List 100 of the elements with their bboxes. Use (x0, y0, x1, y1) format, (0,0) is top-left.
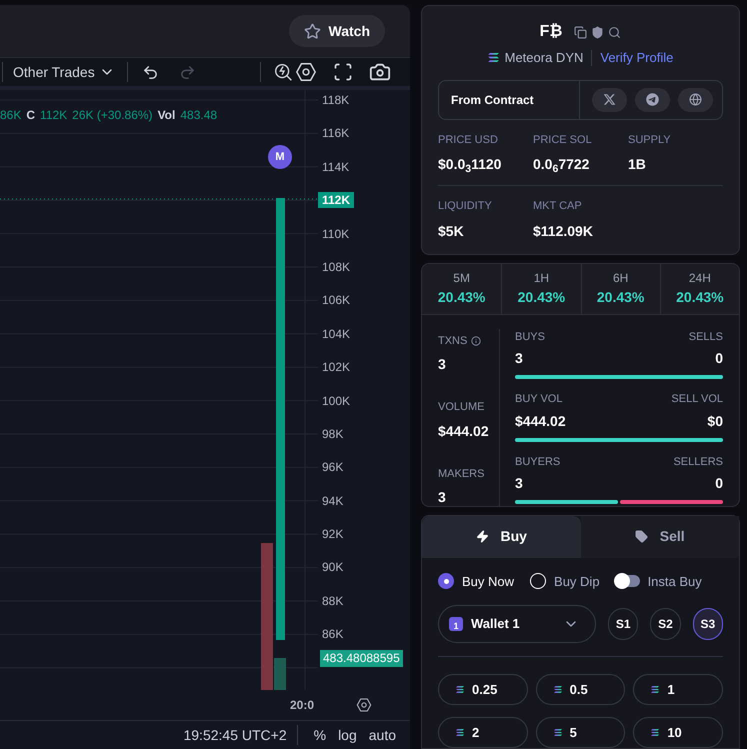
legend-text: 112K (40, 107, 68, 124)
split-label: BUYERS (515, 454, 560, 470)
solana-icon (488, 53, 499, 62)
website-button[interactable] (678, 88, 713, 112)
contract-label: From Contract (450, 92, 535, 108)
price-label: 116K (321, 125, 350, 142)
insta-buy-toggle[interactable]: Insta Buy (616, 572, 702, 591)
period-tab[interactable]: 24H 20.43% (660, 264, 739, 314)
lightning-icon (476, 530, 489, 543)
split-label: BUY VOL (515, 392, 562, 407)
amount-button[interactable]: 2 (438, 717, 528, 748)
legend-text: 483.48 (180, 107, 218, 124)
period-tab[interactable]: 6H 20.43% (580, 264, 660, 314)
split-value: 0 (715, 474, 723, 493)
trade-tab[interactable]: Sell (580, 516, 739, 558)
camera-icon[interactable] (368, 61, 391, 83)
time-label: 20:0 (290, 697, 316, 714)
amount-button[interactable]: 1 (633, 674, 723, 705)
preset-button[interactable]: S3 (692, 608, 723, 640)
token-logo: F₿ (540, 22, 562, 42)
axis-settings-icon[interactable] (356, 697, 372, 713)
stat-value: $112.09K (533, 222, 594, 240)
period-tab[interactable]: 1H 20.43% (501, 264, 580, 314)
price-label: 118K (321, 92, 350, 108)
x-logo-icon (603, 93, 616, 106)
scale-option[interactable]: % (314, 724, 326, 746)
wallet-select[interactable]: 1 Wallet 1 (438, 605, 596, 643)
price-label: 108K (321, 258, 352, 275)
solana-icon (554, 729, 562, 736)
price-label: 114K (321, 158, 350, 175)
watch-button[interactable]: Watch (288, 15, 385, 47)
trade-tab[interactable]: Buy (422, 516, 580, 558)
mode-radio[interactable]: Buy Dip (530, 572, 600, 591)
price-label: 92K (321, 526, 344, 542)
price-label: 88K (321, 592, 344, 609)
split-label: BUYS (515, 330, 545, 344)
preset-button[interactable]: S2 (650, 608, 681, 640)
amount-button[interactable]: 0.5 (536, 674, 626, 705)
amount-button[interactable]: 5 (536, 717, 626, 748)
split-value: $444.02 (515, 412, 566, 430)
summary-value: 3 (438, 488, 447, 506)
summary-label: TXNS (438, 334, 468, 348)
summary-value: $444.02 (438, 422, 490, 440)
search-icon[interactable] (608, 26, 622, 38)
telegram-button[interactable] (635, 88, 670, 112)
split-label: SELLS (688, 330, 723, 344)
price-label: 100K (321, 392, 352, 409)
solana-icon (651, 729, 660, 736)
price-label: 112K (318, 192, 354, 208)
star-icon (304, 22, 321, 40)
stat-label: PRICE SOL (533, 132, 593, 148)
paper-plane-icon (646, 93, 659, 106)
x-social-button[interactable] (592, 88, 627, 112)
stat-label: PRICE USD (438, 132, 499, 148)
summary-value: 3 (438, 355, 447, 374)
stat-label: MKT CAP (533, 199, 583, 214)
solana-icon (554, 686, 562, 693)
scale-option[interactable]: log (338, 724, 357, 746)
legend-text: C (26, 107, 36, 124)
preset-button[interactable]: S1 (608, 608, 638, 640)
split-value: 0 (715, 349, 723, 368)
globe-icon (689, 93, 702, 106)
price-label: 102K (321, 359, 352, 376)
split-value: $0 (707, 412, 723, 430)
shield-icon[interactable] (591, 26, 604, 38)
solana-icon (651, 686, 660, 693)
price-label: 94K (321, 492, 344, 509)
zoom-icon[interactable] (272, 61, 295, 83)
scale-option[interactable]: auto (368, 724, 396, 746)
amount-button[interactable]: 10 (633, 717, 723, 748)
amount-button[interactable]: 0.25 (438, 674, 528, 705)
solana-icon (456, 686, 464, 693)
split-label: SELL VOL (671, 392, 723, 407)
fullscreen-icon[interactable] (332, 62, 353, 82)
timezone-label[interactable]: 19:52:45 UTC+2 (183, 724, 287, 746)
trades-dropdown[interactable]: Other Trades (13, 62, 115, 82)
settings-icon[interactable] (294, 61, 317, 83)
price-label: 96K (321, 459, 344, 476)
summary-label: MAKERS (438, 466, 484, 482)
solana-icon (456, 729, 464, 736)
period-tab[interactable]: 5M 20.43% (422, 264, 502, 314)
dex-name: Meteora DYN (504, 49, 584, 67)
stat-value: $5K (438, 222, 465, 240)
price-label: 104K (321, 326, 352, 342)
verify-profile-link[interactable]: Verify Profile (600, 48, 674, 68)
stat-value: 0.0$_{6}$7722 (533, 155, 590, 175)
stat-value: $0.0$_{3}$1120 (438, 155, 502, 175)
price-label: 98K (321, 426, 344, 442)
mode-radio[interactable]: Buy Now (438, 572, 514, 591)
stat-value: 1B (628, 155, 647, 174)
wallet-icon: 1 (449, 617, 463, 631)
volume-label: 483.48088595 (320, 650, 403, 667)
price-label: 90K (321, 559, 344, 576)
undo-icon[interactable] (142, 64, 159, 80)
legend-text: Vol (158, 107, 176, 124)
copy-icon[interactable] (574, 26, 588, 38)
legend-text: 26K (+30.86%) (72, 107, 153, 124)
legend-text: 86K (0, 107, 22, 124)
price-label: 106K (321, 292, 352, 308)
info-icon (471, 336, 482, 346)
